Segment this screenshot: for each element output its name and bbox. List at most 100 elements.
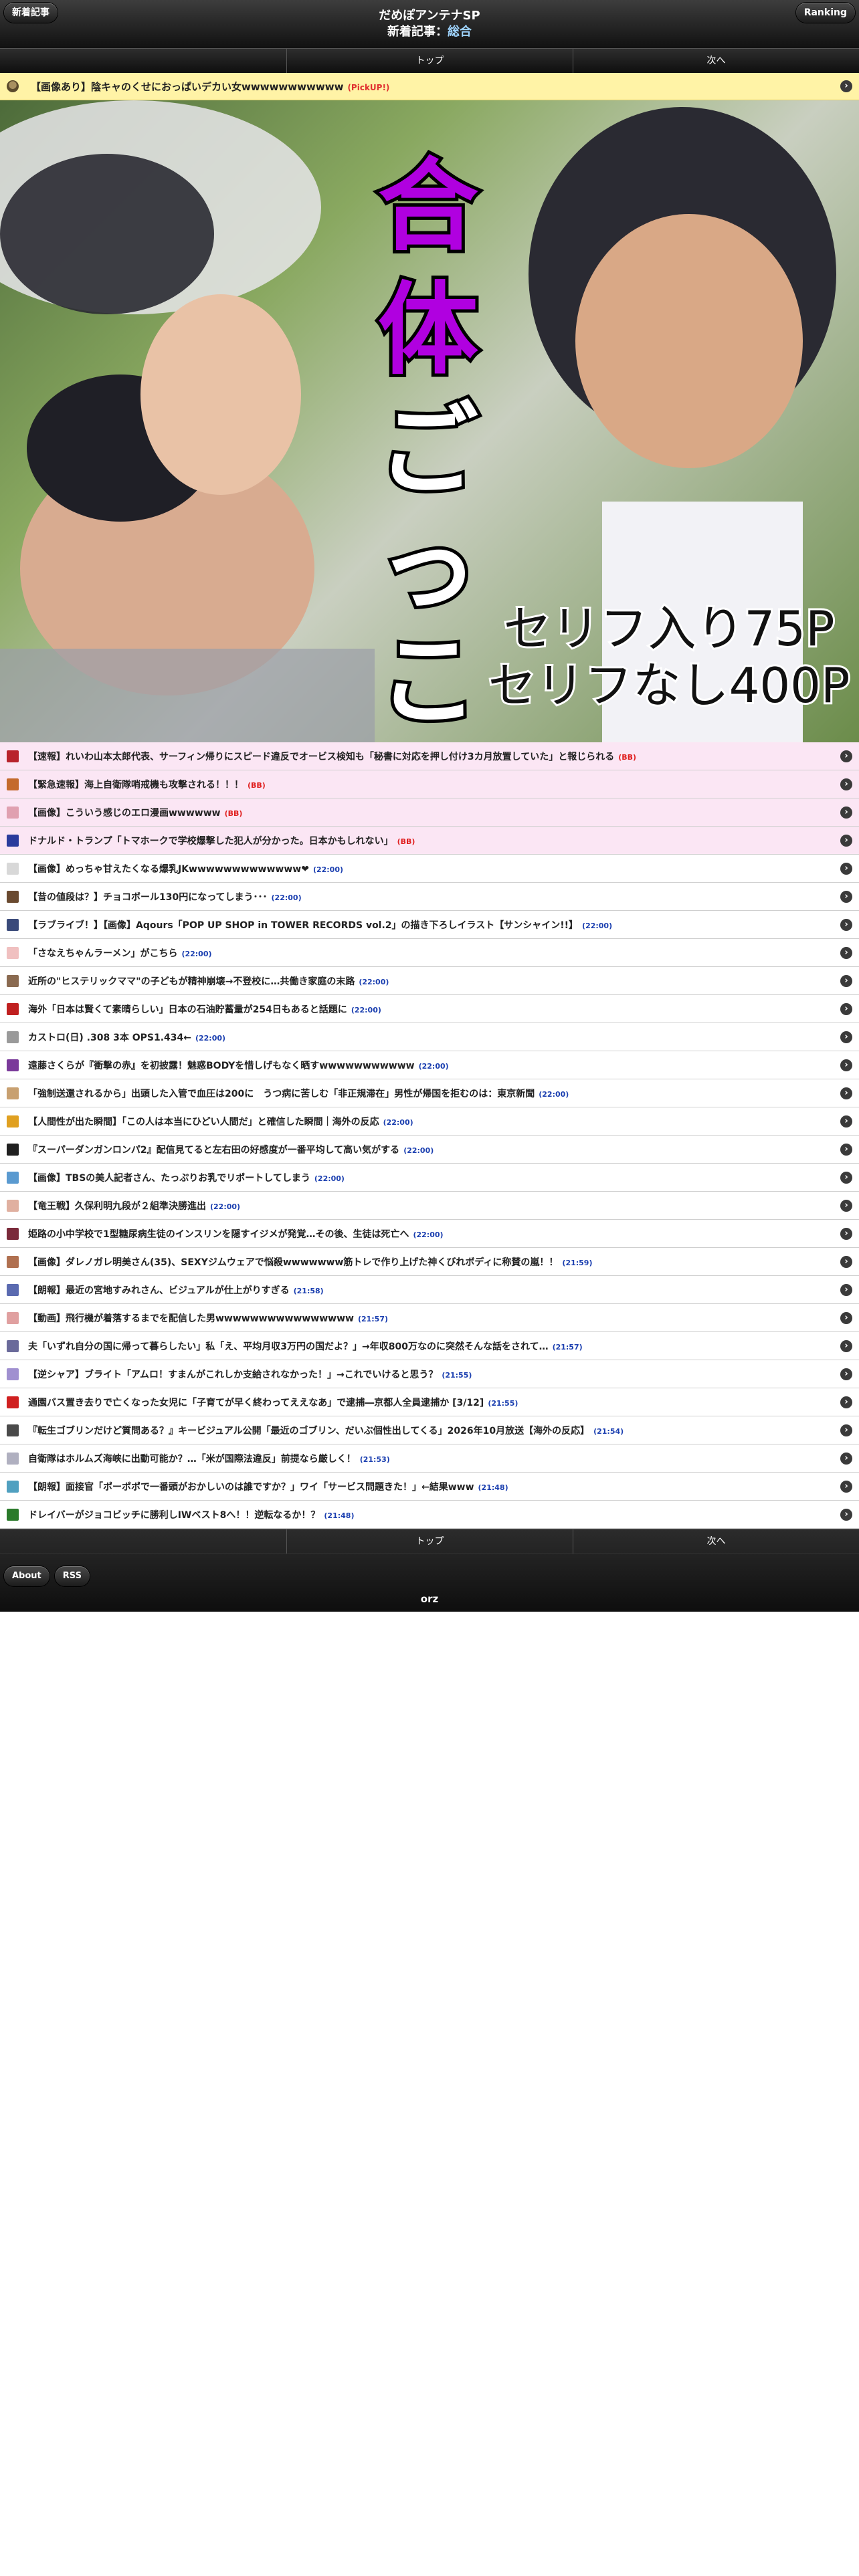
article-title-text: 『スーパーダンガンロンパ2』配信見てると左右田の好感度が一番平均して高い気がする [28,1144,400,1156]
article-thumbnail-icon [7,1283,19,1296]
article-row[interactable]: ドレイバーがジョコビッチに勝利しIWベスト8へ！！逆転なるか！？ (21:48) › [0,1501,859,1529]
category-link[interactable]: 総合 [448,25,472,39]
article-time: (BB) [397,837,415,846]
article-row[interactable]: 遠藤さくらが『衝撃の赤』を初披露！魅惑BODYを惜しげもなく晒すwwwwwwww… [0,1051,859,1079]
article-title: 通園バス置き去りで亡くなった女児に「子育てが早く終わってええなあ」で逮捕―京都人… [28,1396,835,1409]
new-articles-button[interactable]: 新着記事 [4,3,58,23]
pickup-article[interactable]: 【画像あり】陰キャのくせにおっぱいデカい女wwwwwwwwwww (PickUP!… [0,73,859,100]
article-title-text: 【ラブライブ！】【画像】Aqours「POP UP SHOP in TOWER … [28,920,579,931]
article-time: (21:55) [488,1398,518,1408]
article-time: (21:53) [359,1455,390,1464]
article-row[interactable]: 【緊急速報】海上自衛隊哨戒機も攻撃される！！！ (BB) › [0,770,859,798]
article-time: (21:57) [357,1314,389,1323]
article-row[interactable]: ドナルド・トランプ「トマホークで学校爆撃した犯人が分かった。日本かもしれない」 (… [0,827,859,855]
article-row[interactable]: 姫路の小中学校で1型糖尿病生徒のインスリンを隠すイジメが発覚…その後、生徒は死亡… [0,1220,859,1248]
nav-next-link-bottom[interactable]: 次へ [573,1529,859,1553]
rss-button[interactable]: RSS [54,1566,90,1586]
ad-banner[interactable]: 合 体 ご っ こ セリフ入り75P セリフなし400P [0,100,859,742]
article-thumbnail-icon [7,834,19,847]
site-title[interactable]: だめぽアンテナSP [0,0,859,24]
article-row[interactable]: 【画像】めっちゃ甘えたくなる爆乳JKwwwwwwwwwwwww❤ (22:00) › [0,855,859,883]
chevron-right-icon: › [840,1059,852,1071]
chevron-right-icon: › [840,80,852,92]
footer-orz: orz [420,1593,439,1605]
article-title-text: 【緊急速報】海上自衛隊哨戒機も攻撃される！！！ [28,779,244,790]
article-row[interactable]: 通園バス置き去りで亡くなった女児に「子育てが早く終わってええなあ」で逮捕―京都人… [0,1388,859,1416]
article-time: (21:54) [593,1426,624,1436]
article-row[interactable]: 【昔の値段は？】チョコボール130円になってしまう･･･ (22:00) › [0,883,859,911]
article-time: (22:00) [271,893,302,902]
article-row[interactable]: 【朗報】面接官「ポーポポで一番頭がおかしいのは誰ですか？」ワイ「サービス問題きた… [0,1473,859,1501]
banner-line-3: セリフなし400P [488,657,850,714]
article-row[interactable]: 【ラブライブ！】【画像】Aqours「POP UP SHOP in TOWER … [0,911,859,939]
article-row[interactable]: 【画像】TBSの美人記者さん、たっぷりお乳でリポートしてしまう (22:00) › [0,1164,859,1192]
article-row[interactable]: 【竜王戦】久保利明九段が２組準決勝進出 (22:00) › [0,1192,859,1220]
article-thumbnail-icon [7,778,19,790]
article-time: (22:00) [312,865,344,874]
article-title-text: 近所の"ヒステリックママ"の子どもが精神崩壊→不登校に…共働き家庭の末路 [28,976,355,987]
about-button[interactable]: About [4,1566,50,1586]
article-thumbnail-icon [7,1115,19,1128]
article-title-text: 「さなえちゃんラーメン」がこちら [28,948,178,959]
chevron-right-icon: › [840,918,852,931]
chevron-right-icon: › [840,1171,852,1184]
chevron-right-icon: › [840,1002,852,1015]
article-title: 遠藤さくらが『衝撃の赤』を初披露！魅惑BODYを惜しげもなく晒すwwwwwwww… [28,1059,835,1072]
article-row[interactable]: 自衛隊はホルムズ海峡に出動可能か？…「米が国際法違反」前提なら厳しく！ (21:5… [0,1444,859,1473]
nav-top-link[interactable]: トップ [286,49,573,73]
article-row[interactable]: 『転生ゴブリンだけど質問ある？』キービジュアル公開「最近のゴブリン、だいぶ個性出… [0,1416,859,1444]
article-title-text: 【人間性が出た瞬間】「この人は本当にひどい人間だ」と確信した瞬間｜海外の反応 [28,1116,379,1128]
article-thumbnail-icon [7,1339,19,1352]
article-title-text: ドナルド・トランプ「トマホークで学校爆撃した犯人が分かった。日本かもしれない」 [28,835,393,847]
article-title: 【人間性が出た瞬間】「この人は本当にひどい人間だ」と確信した瞬間｜海外の反応 (2… [28,1115,835,1128]
article-time: (22:00) [351,1005,381,1014]
article-row[interactable]: 【画像】ダレノガレ明美さん(35)、SEXYジムウェアで悩殺wwwwwww筋トレ… [0,1248,859,1276]
article-row[interactable]: 【人間性が出た瞬間】「この人は本当にひどい人間だ」と確信した瞬間｜海外の反応 (2… [0,1107,859,1136]
pickup-title: 【画像あり】陰キャのくせにおっぱいデカい女wwwwwwwwwww (PickUP!… [31,80,835,94]
article-title: 【朗報】最近の宮地すみれさん、ビジュアルが仕上がりすぎる (21:58) [28,1283,835,1297]
article-row[interactable]: 近所の"ヒステリックママ"の子どもが精神崩壊→不登校に…共働き家庭の末路 (22:… [0,967,859,995]
nav-top-link-bottom[interactable]: トップ [286,1529,573,1553]
article-row[interactable]: 「強制送還されるから」出頭した入管で血圧は200に うつ病に苦しむ「非正規滞在」… [0,1079,859,1107]
article-thumbnail-icon [7,1143,19,1156]
chevron-right-icon: › [840,1087,852,1099]
article-title: ドレイバーがジョコビッチに勝利しIWベスト8へ！！逆転なるか！？ (21:48) [28,1508,835,1521]
article-title: 【動画】飛行機が着落するまでを配信した男wwwwwwwwwwwwwwww (21:… [28,1311,835,1325]
article-row[interactable]: 【逆シャア】ブライト「アムロ！すまんがこれしか支給されなかった！」→これでいける… [0,1360,859,1388]
article-row[interactable]: 「さなえちゃんラーメン」がこちら (22:00) › [0,939,859,967]
chevron-right-icon: › [840,750,852,762]
article-row[interactable]: 海外「日本は賢くて素晴らしい」日本の石油貯蓄量が254日もあると話題に (22:0… [0,995,859,1023]
article-row[interactable]: カストロ(日) .308 3本 OPS1.434← (22:00) › [0,1023,859,1051]
article-thumbnail-icon [7,974,19,987]
article-time: (22:00) [383,1117,413,1127]
article-title-text: 【逆シャア】ブライト「アムロ！すまんがこれしか支給されなかった！」→これでいける… [28,1369,438,1380]
article-thumbnail-icon [7,1480,19,1493]
article-time: (21:59) [562,1258,593,1267]
article-title-text: 【画像】めっちゃ甘えたくなる爆乳JKwwwwwwwwwwwww❤ [28,863,309,875]
chevron-right-icon: › [840,1480,852,1493]
article-row[interactable]: 【画像】こういう感じのエロ漫画wwwwww (BB) › [0,798,859,827]
article-row[interactable]: 『スーパーダンガンロンパ2』配信見てると左右田の好感度が一番平均して高い気がする… [0,1136,859,1164]
article-title: 【画像】TBSの美人記者さん、たっぷりお乳でリポートしてしまう (22:00) [28,1171,835,1184]
article-row[interactable]: 【速報】れいわ山本太郎代表、サーフィン帰りにスピード違反でオービス検知も「秘書に… [0,742,859,770]
article-title: 「さなえちゃんラーメン」がこちら (22:00) [28,946,835,960]
chevron-right-icon: › [840,834,852,847]
article-title-text: 【竜王戦】久保利明九段が２組準決勝進出 [28,1200,206,1212]
chevron-right-icon: › [840,1227,852,1240]
nav-next-link[interactable]: 次へ [573,49,859,73]
ranking-button[interactable]: Ranking [795,3,855,23]
article-title-text: 遠藤さくらが『衝撃の赤』を初披露！魅惑BODYを惜しげもなく晒すwwwwwwww… [28,1060,415,1071]
article-thumbnail-icon [7,1031,19,1043]
article-title: 姫路の小中学校で1型糖尿病生徒のインスリンを隠すイジメが発覚…その後、生徒は死亡… [28,1227,835,1241]
article-time: (22:00) [359,977,389,986]
article-title-text: 『転生ゴブリンだけど質問ある？』キービジュアル公開「最近のゴブリン、だいぶ個性出… [28,1425,590,1436]
article-row[interactable]: 【朗報】最近の宮地すみれさん、ビジュアルが仕上がりすぎる (21:58) › [0,1276,859,1304]
article-row[interactable]: 【動画】飛行機が着落するまでを配信した男wwwwwwwwwwwwwwww (21:… [0,1304,859,1332]
chevron-right-icon: › [840,890,852,903]
article-row[interactable]: 夫「いずれ自分の国に帰って暮らしたい」私「え、平均月収3万円の国だよ？」→年収8… [0,1332,859,1360]
banner-title-5: こ [378,623,478,740]
article-title: 夫「いずれ自分の国に帰って暮らしたい」私「え、平均月収3万円の国だよ？」→年収8… [28,1339,835,1353]
article-thumbnail-icon [7,1396,19,1408]
article-time: (21:48) [478,1483,508,1492]
